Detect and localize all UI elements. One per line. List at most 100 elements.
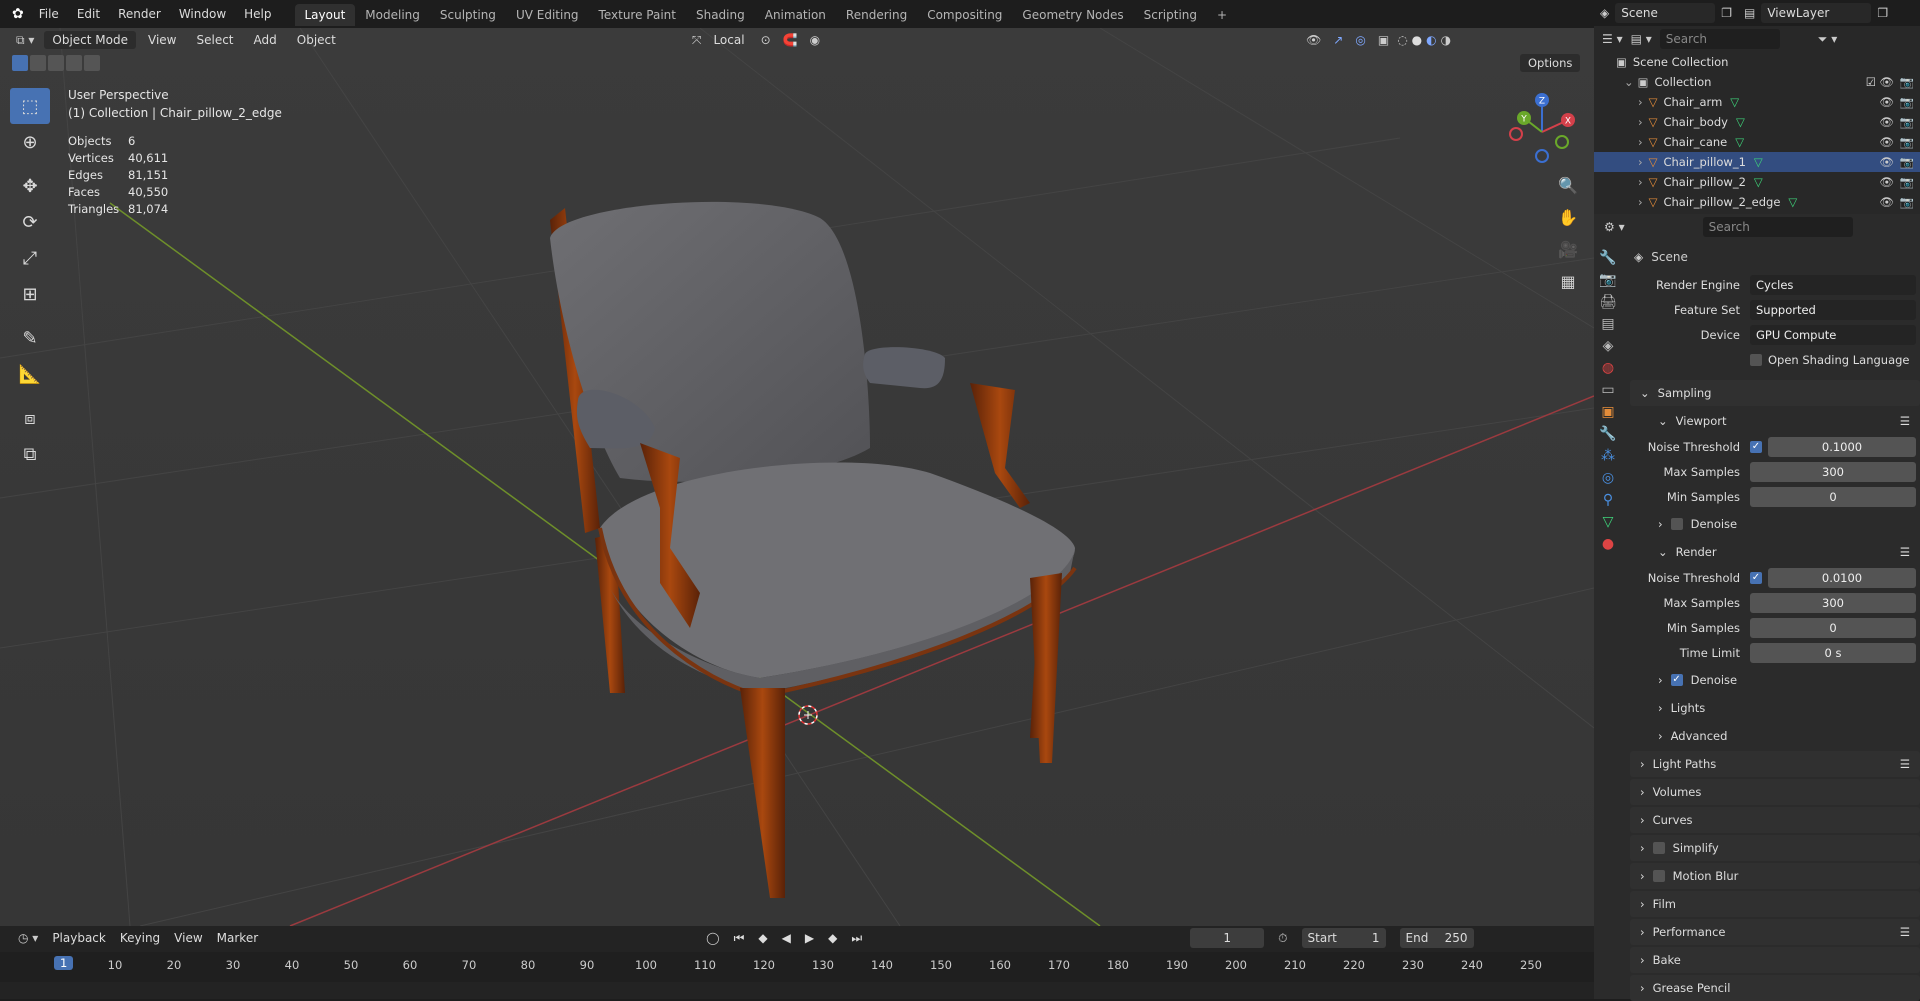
modifier-tab-icon[interactable]: 🔧 bbox=[1599, 426, 1616, 442]
vp-max-samples-field[interactable]: 300 bbox=[1750, 461, 1916, 482]
measure-tool-icon[interactable]: 📐 bbox=[10, 356, 50, 392]
timeline-ruler[interactable]: 1 10 20 30 40 50 60 70 80 90 100 110 120 130 140 150 16… bbox=[0, 952, 1594, 982]
render-engine-dropdown[interactable]: Cycles bbox=[1750, 274, 1916, 295]
collection-tab-icon[interactable]: ▭ bbox=[1601, 382, 1614, 398]
shading-wireframe-icon[interactable]: ◌ bbox=[1397, 33, 1407, 47]
camera-icon[interactable]: 📷 bbox=[1900, 175, 1914, 189]
constraints-tab-icon[interactable]: ⚲ bbox=[1603, 492, 1613, 508]
r-noise-checkbox[interactable]: ✓ bbox=[1750, 571, 1762, 584]
volumes-panel-header[interactable]: › Volumes bbox=[1630, 779, 1920, 805]
camera-icon[interactable]: 📷 bbox=[1900, 75, 1914, 89]
eye-icon[interactable]: 👁 bbox=[1879, 195, 1894, 209]
view-layer-field[interactable]: ViewLayer bbox=[1761, 3, 1872, 23]
ortho-grid-icon[interactable]: ▦ bbox=[1555, 268, 1581, 294]
blender-logo-icon[interactable]: ✿ bbox=[6, 6, 30, 22]
advanced-subpanel-header[interactable]: › Advanced bbox=[1630, 723, 1920, 749]
shading-rendered-icon[interactable]: ◑ bbox=[1441, 33, 1451, 47]
play-icon[interactable]: ▶ bbox=[805, 931, 814, 945]
device-dropdown[interactable]: GPU Compute bbox=[1750, 324, 1916, 345]
performance-panel-header[interactable]: › Performance ☰ bbox=[1630, 919, 1920, 945]
timeline-view-menu[interactable]: View bbox=[174, 931, 202, 945]
list-icon[interactable]: ☰ bbox=[1900, 757, 1910, 771]
world-tab-icon[interactable]: ◍ bbox=[1602, 360, 1614, 376]
vp-noise-checkbox[interactable]: ✓ bbox=[1750, 440, 1762, 453]
play-reverse-icon[interactable]: ◀ bbox=[782, 931, 791, 945]
material-tab-icon[interactable]: ● bbox=[1602, 536, 1614, 552]
r-denoise-header[interactable]: › ✓ Denoise bbox=[1630, 667, 1920, 693]
select-subtract-icon[interactable] bbox=[48, 55, 64, 71]
visibility-icon[interactable]: 👁 bbox=[1302, 33, 1325, 47]
expand-arrow-icon[interactable]: › bbox=[1638, 95, 1643, 109]
viewport-menu-object[interactable]: Object bbox=[289, 31, 344, 49]
tab-sculpting[interactable]: Sculpting bbox=[430, 4, 506, 26]
eye-icon[interactable]: 👁 bbox=[1879, 175, 1894, 189]
camera-icon[interactable]: 📷 bbox=[1900, 95, 1914, 109]
end-frame-field[interactable]: End 250 bbox=[1399, 928, 1474, 948]
new-view-layer-icon[interactable]: ❐ bbox=[1877, 6, 1888, 20]
clock-icon[interactable]: ◷ ▾ bbox=[18, 931, 38, 945]
film-panel-header[interactable]: › Film bbox=[1630, 891, 1920, 917]
auto-keying-icon[interactable]: ◯ bbox=[706, 931, 719, 945]
shading-material-icon[interactable]: ◐ bbox=[1426, 33, 1436, 47]
vp-min-samples-field[interactable]: 0 bbox=[1750, 486, 1916, 507]
add-cube-tool-icon[interactable]: ⧈ bbox=[10, 400, 50, 436]
vp-noise-field[interactable]: 0.1000 bbox=[1768, 436, 1916, 457]
eye-icon[interactable]: 👁 bbox=[1879, 75, 1894, 89]
light-paths-panel-header[interactable]: › Light Paths ☰ bbox=[1630, 751, 1920, 777]
add-workspace-icon[interactable]: + bbox=[1207, 4, 1237, 26]
expand-arrow-icon[interactable]: › bbox=[1638, 115, 1643, 129]
move-tool-icon[interactable]: ✥ bbox=[10, 168, 50, 204]
mode-dropdown[interactable]: Object Mode bbox=[44, 31, 136, 49]
menu-file[interactable]: File bbox=[30, 0, 68, 28]
tab-uv-editing[interactable]: UV Editing bbox=[506, 4, 589, 26]
overlay-toggle-icon[interactable]: ◎ bbox=[1351, 33, 1369, 47]
sampling-panel-header[interactable]: ⌄ Sampling bbox=[1630, 380, 1920, 406]
outliner-item[interactable]: › ▽ Chair_pillow_2 ▽ 👁 📷 bbox=[1594, 172, 1920, 192]
prev-keyframe-icon[interactable]: ◆ bbox=[758, 931, 767, 945]
navigation-gizmo[interactable]: Z X Y bbox=[1500, 90, 1580, 170]
next-keyframe-icon[interactable]: ◆ bbox=[828, 931, 837, 945]
view-layer-tab-icon[interactable]: ▤ bbox=[1601, 316, 1614, 332]
marker-menu[interactable]: Marker bbox=[217, 931, 258, 945]
select-invert-icon[interactable] bbox=[66, 55, 82, 71]
viewport-menu-view[interactable]: View bbox=[140, 31, 184, 49]
outliner-editor-icon[interactable]: ☰ ▾ bbox=[1602, 32, 1623, 46]
simplify-checkbox[interactable] bbox=[1652, 842, 1665, 854]
tab-shading[interactable]: Shading bbox=[686, 4, 755, 26]
expand-arrow-icon[interactable]: › bbox=[1638, 135, 1643, 149]
zoom-icon[interactable]: 🔍 bbox=[1555, 172, 1581, 198]
time-limit-field[interactable]: 0 s bbox=[1750, 642, 1916, 663]
expand-arrow-icon[interactable]: › bbox=[1638, 155, 1643, 169]
cursor-tool-icon[interactable]: ⊕ bbox=[10, 124, 50, 160]
curves-panel-header[interactable]: › Curves bbox=[1630, 807, 1920, 833]
scene-tab-icon[interactable]: ◈ bbox=[1603, 338, 1614, 354]
r-noise-field[interactable]: 0.0100 bbox=[1768, 567, 1916, 588]
tab-compositing[interactable]: Compositing bbox=[917, 4, 1012, 26]
scene-collection-row[interactable]: ▣ Scene Collection bbox=[1594, 52, 1920, 72]
tab-animation[interactable]: Animation bbox=[755, 4, 836, 26]
3d-viewport[interactable]: ⧉ ▾ Object Mode View Select Add Object ⤧… bbox=[0, 28, 1594, 926]
list-icon[interactable]: ☰ bbox=[1900, 414, 1910, 428]
collapse-arrow-icon[interactable]: ⌄ bbox=[1624, 75, 1634, 89]
display-mode-icon[interactable]: ▤ ▾ bbox=[1631, 32, 1652, 46]
shading-solid-icon[interactable]: ● bbox=[1412, 33, 1422, 47]
eye-icon[interactable]: 👁 bbox=[1879, 115, 1894, 129]
camera-icon[interactable]: 📷 bbox=[1900, 115, 1914, 129]
list-icon[interactable]: ☰ bbox=[1900, 925, 1910, 939]
menu-render[interactable]: Render bbox=[109, 0, 170, 28]
motion-blur-checkbox[interactable] bbox=[1652, 870, 1665, 882]
editor-type-icon[interactable]: ⧉ ▾ bbox=[10, 33, 40, 48]
collection-row[interactable]: ⌄ ▣ Collection ☑ 👁 📷 bbox=[1594, 72, 1920, 92]
r-max-samples-field[interactable]: 300 bbox=[1750, 592, 1916, 613]
transform-orientation-dropdown[interactable]: Local bbox=[705, 31, 752, 49]
checkbox-icon[interactable]: ☑ bbox=[1866, 75, 1876, 89]
annotate-tool-icon[interactable]: ✎ bbox=[10, 320, 50, 356]
select-intersect-icon[interactable] bbox=[84, 55, 100, 71]
keying-menu[interactable]: Keying bbox=[120, 931, 160, 945]
jump-start-icon[interactable]: ⏮ bbox=[734, 931, 745, 946]
particles-tab-icon[interactable]: ⁂ bbox=[1601, 448, 1615, 464]
menu-help[interactable]: Help bbox=[235, 0, 280, 28]
vp-denoise-header[interactable]: › Denoise bbox=[1630, 511, 1920, 537]
filter-icon[interactable]: ⏷ ▾ bbox=[1818, 32, 1837, 47]
camera-icon[interactable]: 📷 bbox=[1900, 195, 1914, 209]
